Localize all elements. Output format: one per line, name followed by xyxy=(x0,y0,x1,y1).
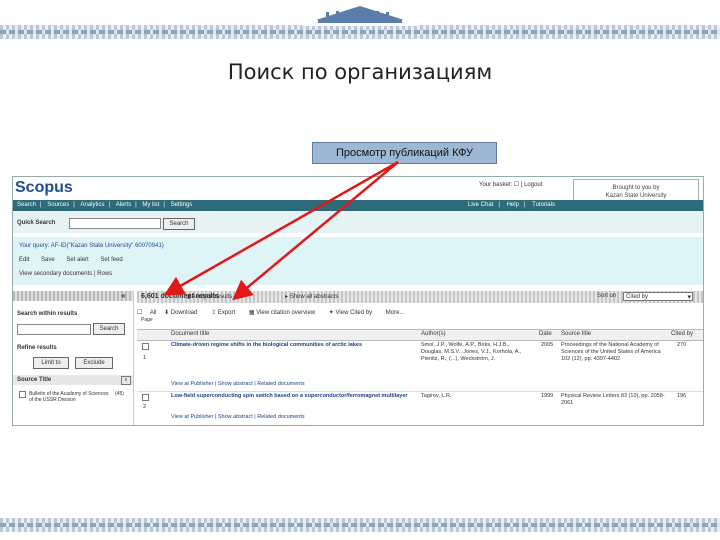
source-title-item[interactable]: Bulletin of the Academy of Sciences of t… xyxy=(19,391,131,403)
results-toolbar: ☐ All ⬇ Download ⇪ Export ▦ View citatio… xyxy=(137,309,410,316)
save-query-link[interactable]: Save xyxy=(41,257,55,263)
more-button[interactable]: More... xyxy=(386,310,405,316)
scopus-logo: Scopus xyxy=(15,179,73,196)
slide-title: Поиск по организациям xyxy=(227,60,493,84)
top-links[interactable]: Your basket: ☐ | Logout xyxy=(479,181,542,188)
download-button[interactable]: ⬇ Download xyxy=(164,310,203,316)
source-text[interactable]: Proceedings of the National Academy of S… xyxy=(561,342,665,363)
row-links[interactable]: View at Publisher | Show abstract | Rela… xyxy=(171,414,305,421)
institution-name: Kazan State University xyxy=(605,193,667,199)
search-within-button[interactable]: Search xyxy=(93,323,125,335)
col-source-title[interactable]: Source title xyxy=(561,331,591,337)
search-within-input[interactable] xyxy=(17,324,91,335)
sort-dropdown[interactable]: Cited by xyxy=(623,292,693,302)
nav-tutorials[interactable]: Tutorials xyxy=(527,202,560,208)
university-building-logo xyxy=(302,0,418,26)
results-table-header: Document title Author(s) Date Source tit… xyxy=(137,329,703,341)
quick-search-button[interactable]: Search xyxy=(163,218,195,230)
table-row: 2 Low-field superconducting spin switch … xyxy=(137,391,703,425)
page-select-label[interactable]: Page xyxy=(141,317,153,323)
col-date[interactable]: Date xyxy=(539,331,552,337)
secondary-docs-link[interactable]: View secondary documents | Rows xyxy=(19,271,112,277)
quick-search-label: Quick Search xyxy=(17,220,56,226)
nav-settings[interactable]: Settings xyxy=(167,202,197,208)
close-icon[interactable]: x xyxy=(121,376,131,385)
edit-query-link[interactable]: Edit xyxy=(19,257,29,263)
query-text: Your query: AF-ID("Kazan State Universit… xyxy=(19,243,164,249)
top-decorative-band xyxy=(0,25,720,39)
nav-analytics[interactable]: Analytics xyxy=(77,202,109,208)
source-count: (45) xyxy=(115,391,124,397)
nav-sources[interactable]: Sources xyxy=(43,202,73,208)
nav-search[interactable]: Search xyxy=(13,202,40,208)
callout-label: Просмотр публикаций КФУ xyxy=(312,142,497,164)
analyze-results-link[interactable]: ▮ Analyze results xyxy=(187,293,232,300)
set-feed-link[interactable]: Set feed xyxy=(100,257,122,263)
row-number: 2 xyxy=(143,404,147,410)
col-authors[interactable]: Author(s) xyxy=(421,331,446,337)
row-links[interactable]: View at Publisher | Show abstract | Rela… xyxy=(171,381,305,388)
date-text: 2005 xyxy=(541,342,554,348)
nav-live-chat[interactable]: Live Chat xyxy=(463,202,498,208)
row-number: 1 xyxy=(143,355,147,361)
nav-my-list[interactable]: My list xyxy=(138,202,163,208)
select-all-checkbox[interactable]: ☐ xyxy=(137,310,142,316)
bottom-decorative-band xyxy=(0,518,720,532)
sidebar-header xyxy=(13,291,133,301)
sort-label: Sort on xyxy=(597,293,617,299)
select-all-label: All xyxy=(149,310,157,316)
show-all-abstracts-link[interactable]: ▸ Show all abstracts xyxy=(285,293,338,300)
set-alert-link[interactable]: Set alert xyxy=(66,257,88,263)
view-cited-by-button[interactable]: ✦ View Cited by xyxy=(329,310,378,316)
date-text: 1999 xyxy=(541,393,554,399)
cited-by-count[interactable]: 270 xyxy=(677,342,686,349)
source-checkbox[interactable] xyxy=(19,391,26,398)
source-title-label: Source Title xyxy=(17,377,52,383)
refine-results-label: Refine results xyxy=(17,345,57,351)
col-document-title[interactable]: Document title xyxy=(171,331,209,337)
document-title-link[interactable]: Climate-driven regime shifts in the biol… xyxy=(171,342,411,349)
nav-alerts[interactable]: Alerts xyxy=(112,202,135,208)
export-button[interactable]: ⇪ Export xyxy=(211,310,241,316)
search-within-label: Search within results xyxy=(17,311,78,317)
authors-text[interactable]: Tagirov, L.R. xyxy=(421,393,531,400)
institution-line: Brought to you by xyxy=(612,185,660,191)
citation-overview-button[interactable]: ▦ View citation overview xyxy=(249,310,321,316)
collapse-sidebar-icon[interactable]: « xyxy=(121,291,125,300)
nav-help[interactable]: Help xyxy=(502,202,524,208)
query-actions: Edit Save Set alert Set feed xyxy=(19,257,133,263)
table-row: 1 Climate-driven regime shifts in the bi… xyxy=(137,341,703,389)
row-checkbox[interactable] xyxy=(142,394,149,401)
quick-search-input[interactable] xyxy=(69,218,161,229)
help-nav: Live Chat | Help | Tutorials xyxy=(463,200,703,211)
exclude-button[interactable]: Exclude xyxy=(75,357,113,369)
source-name: Bulletin of the Academy of Sciences of t… xyxy=(29,391,109,403)
cited-by-count[interactable]: 196 xyxy=(677,393,686,400)
limit-to-button[interactable]: Limit to xyxy=(33,357,69,369)
authors-text[interactable]: Smol, J.P., Wolfe, A.P., Birks, H.J.B., … xyxy=(421,342,531,363)
col-cited-by[interactable]: Cited by xyxy=(671,331,693,337)
scopus-screenshot: Scopus Your basket: ☐ | Logout Brought t… xyxy=(12,176,704,426)
document-title-link[interactable]: Low-field superconducting spin switch ba… xyxy=(171,393,411,400)
source-text[interactable]: Physical Review Letters 83 (10), pp. 205… xyxy=(561,393,665,407)
row-checkbox[interactable] xyxy=(142,343,149,350)
